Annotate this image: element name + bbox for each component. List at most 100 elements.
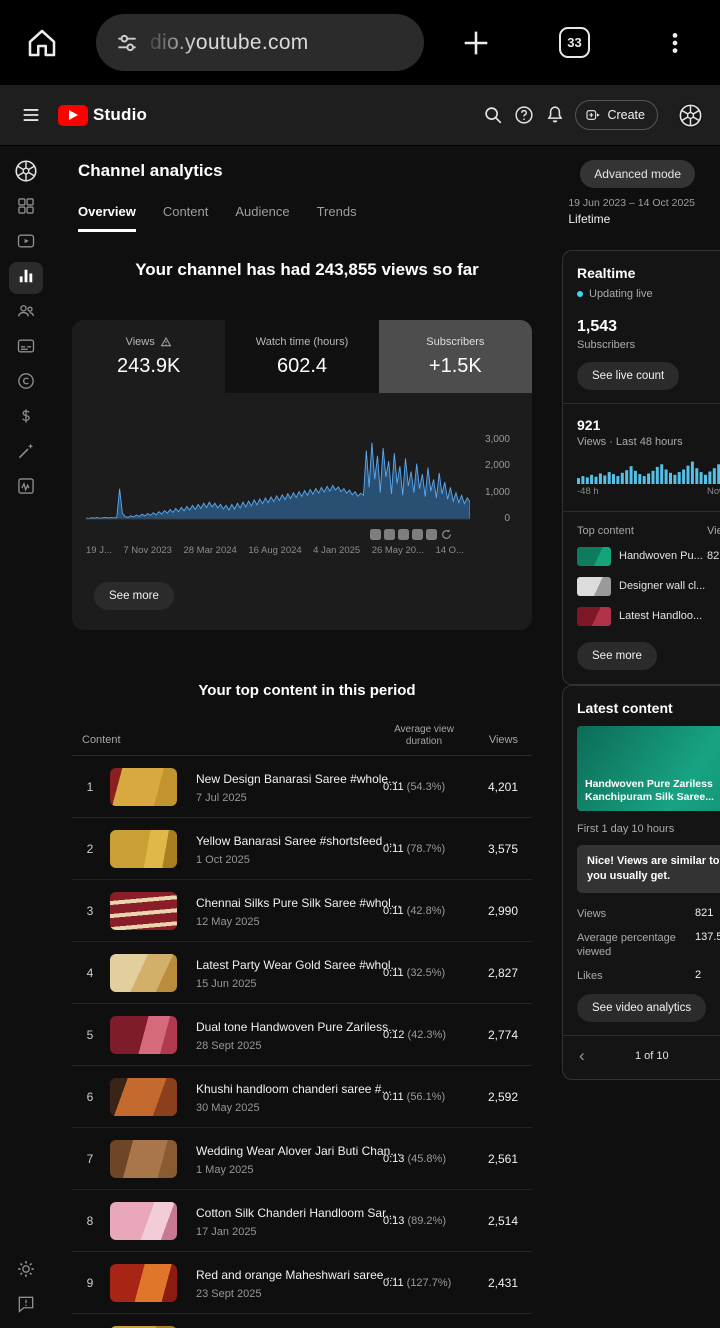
latest-content-card: Latest content Handwoven Pure Zariless K…	[562, 685, 720, 1080]
views-metric-label: Views	[126, 336, 155, 348]
table-row[interactable]: 3Chennai Silks Pure Silk Saree #whol...1…	[72, 880, 532, 942]
see-video-analytics-button[interactable]: See video analytics	[577, 994, 706, 1022]
sidebar-item-community[interactable]	[9, 297, 43, 329]
table-row[interactable]: 2Yellow Banarasi Saree #shortsfeed ...1 …	[72, 818, 532, 880]
latest-video-thumbnail[interactable]: Handwoven Pure Zariless Kanchipuram Silk…	[577, 726, 720, 811]
home-icon[interactable]	[24, 25, 60, 61]
channel-avatar[interactable]	[677, 102, 704, 129]
metric-tab-watch-time[interactable]: Watch time (hours) 602.4	[225, 320, 378, 393]
realtime-subscribers-label: Subscribers	[577, 339, 720, 351]
see-live-count-button[interactable]: See live count	[577, 362, 679, 390]
y-axis-tick: 0	[466, 513, 510, 524]
see-more-button[interactable]: See more	[94, 582, 174, 610]
date-range-selector[interactable]: 19 Jun 2023 – 14 Oct 2025 Lifetime	[568, 197, 695, 226]
table-row[interactable]: 9Red and orange Maheshwari saree ...23 S…	[72, 1252, 532, 1314]
video-thumbnail	[110, 954, 177, 992]
realtime-views-label: Views · Last 48 hours	[577, 436, 720, 448]
url-bar[interactable]: dio.youtube.com	[96, 14, 424, 71]
row-rank: 2	[82, 842, 98, 856]
sidebar-channel-avatar[interactable]	[13, 158, 39, 184]
table-row[interactable]: 5Dual tone Handwoven Pure Zariless...28 …	[72, 1004, 532, 1066]
video-views: 821	[707, 550, 720, 562]
avg-view-duration: 0:12 (42.3%)	[383, 1029, 446, 1041]
studio-brand[interactable]: Studio	[93, 105, 147, 125]
latest-metric-row: Views 821	[577, 907, 720, 921]
sidebar-item-copyright[interactable]	[9, 367, 43, 399]
table-row[interactable]: 6Khushi handloom chanderi saree #...30 M…	[72, 1066, 532, 1128]
chevron-left-icon[interactable]: ‹	[579, 1046, 585, 1066]
tab-switcher[interactable]: 33	[559, 27, 590, 58]
table-header: Content Average view duration Views	[72, 722, 532, 756]
channel-avatar-icon	[13, 158, 39, 184]
chart-canvas	[86, 417, 470, 521]
sidebar-item-feedback[interactable]	[9, 1290, 43, 1322]
chart-reset-icon[interactable]	[440, 528, 453, 541]
advanced-mode-button[interactable]: Advanced mode	[580, 160, 695, 188]
date-preset-label: Lifetime	[568, 212, 695, 226]
video-views: 2,431	[488, 1276, 518, 1290]
sidebar-item-customization[interactable]	[9, 437, 43, 469]
video-title: Latest Handloo...	[619, 610, 702, 622]
customization-icon	[16, 441, 36, 466]
realtime-views-column: Views	[707, 525, 720, 537]
realtime-see-more-button[interactable]: See more	[577, 642, 657, 670]
video-title: Khushi handloom chanderi saree #...	[196, 1082, 391, 1096]
site-settings-icon[interactable]	[114, 30, 140, 56]
watch-time-metric-value: 602.4	[277, 355, 327, 378]
sidebar-item-dashboard[interactable]	[9, 192, 43, 224]
table-row[interactable]	[72, 1314, 532, 1328]
video-thumbnail	[577, 547, 611, 566]
youtube-logo[interactable]	[58, 105, 88, 126]
table-row[interactable]: 7Wedding Wear Alover Jari Buti Chan...1 …	[72, 1128, 532, 1190]
create-label: Create	[607, 108, 645, 122]
browser-menu-icon[interactable]	[662, 30, 688, 56]
realtime-title: Realtime	[577, 265, 720, 281]
realtime-content-item[interactable]: Designer wall cl...	[577, 571, 720, 601]
help-icon[interactable]	[513, 104, 535, 126]
video-thumbnail	[110, 768, 177, 806]
table-row[interactable]: 4Latest Party Wear Gold Saree #whol...15…	[72, 942, 532, 1004]
chart-zoom-controls[interactable]	[370, 528, 453, 541]
table-row[interactable]: 1New Design Banarasi Saree #whole...7 Ju…	[72, 756, 532, 818]
copyright-icon	[16, 371, 36, 396]
metric-tab-subscribers[interactable]: Subscribers +1.5K	[379, 320, 532, 393]
realtime-content-item[interactable]: Latest Handloo...	[577, 601, 720, 631]
table-row[interactable]: 8Cotton Silk Chanderi Handloom Sar...17 …	[72, 1190, 532, 1252]
search-icon[interactable]	[482, 104, 504, 126]
y-axis-tick: 2,000	[466, 460, 510, 471]
notifications-bell-icon[interactable]	[544, 104, 566, 126]
content-icon	[16, 231, 36, 256]
realtime-card: Realtime Updating live 1,543 Subscribers…	[562, 250, 720, 685]
top-content-title: Your top content in this period	[52, 682, 562, 699]
subscribers-metric-value: +1.5K	[429, 355, 482, 378]
row-rank: 1	[82, 780, 98, 794]
views-line-chart[interactable]: 3,000 2,000 1,000 0 19 J...7 Nov 202328 …	[72, 393, 532, 563]
sidebar-item-audio-library[interactable]	[9, 472, 43, 504]
realtime-content-item[interactable]: Handwoven Pu...821	[577, 541, 720, 571]
create-button[interactable]: Create	[575, 100, 658, 130]
row-rank: 8	[82, 1214, 98, 1228]
sidebar-item-settings[interactable]	[9, 1255, 43, 1287]
sidebar-item-content[interactable]	[9, 227, 43, 259]
hamburger-menu-icon[interactable]	[20, 104, 42, 126]
video-date: 30 May 2025	[196, 1102, 372, 1114]
row-rank: 4	[82, 966, 98, 980]
video-thumbnail	[110, 892, 177, 930]
video-date: 7 Jul 2025	[196, 792, 372, 804]
realtime-bar-chart	[577, 458, 720, 484]
watch-time-metric-label: Watch time (hours)	[256, 336, 349, 348]
warning-icon	[160, 336, 172, 348]
updating-live-label: Updating live	[589, 288, 653, 300]
avg-view-duration: 0:11 (78.7%)	[383, 843, 445, 855]
avg-view-duration: 0:11 (127.7%)	[383, 1277, 451, 1289]
metric-tab-views[interactable]: Views 243.9K	[72, 320, 225, 393]
sidebar-item-subtitles[interactable]	[9, 332, 43, 364]
avg-view-duration: 0:11 (32.5%)	[383, 967, 445, 979]
sidebar-item-analytics[interactable]	[9, 262, 43, 294]
new-tab-icon[interactable]	[459, 26, 493, 60]
sidebar-item-earn[interactable]	[9, 402, 43, 434]
video-views: 2,990	[488, 904, 518, 918]
video-date: 17 Jan 2025	[196, 1226, 372, 1238]
video-title: Yellow Banarasi Saree #shortsfeed ...	[196, 834, 396, 848]
column-views: Views	[489, 734, 518, 746]
